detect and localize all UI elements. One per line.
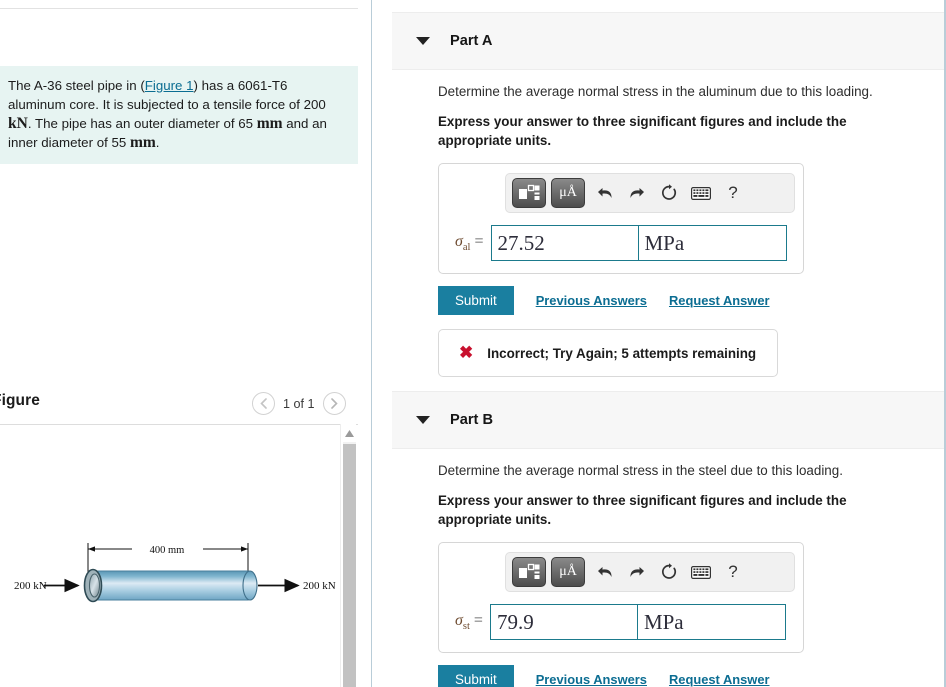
sigma-symbol: σ — [455, 611, 463, 629]
part-b-unit-input[interactable]: MPa — [637, 604, 786, 640]
part-b-submit-button[interactable]: Submit — [438, 665, 514, 687]
undo-icon[interactable] — [590, 557, 620, 587]
problem-statement: The A-36 steel pipe in (Figure 1) has a … — [0, 66, 358, 164]
part-a-feedback: ✖ Incorrect; Try Again; 5 attempts remai… — [438, 329, 778, 377]
page-root: The A-36 steel pipe in (Figure 1) has a … — [0, 0, 946, 687]
part-b-title: Part B — [450, 412, 493, 428]
part-a-unit-input[interactable]: MPa — [638, 225, 787, 261]
force-label-right: 200 kN — [303, 580, 336, 592]
part-a-symbol-label: σal = — [455, 233, 484, 253]
redo-icon[interactable] — [622, 178, 652, 208]
part-b-answer-box: μÅ ? σst = 79.9 MPa — [438, 542, 804, 653]
units-button[interactable]: μÅ — [551, 178, 585, 208]
keyboard-icon[interactable] — [686, 557, 716, 587]
caret-down-icon[interactable] — [416, 416, 430, 424]
part-b-toolbar: μÅ ? — [505, 552, 795, 592]
part-a-value-input[interactable]: 27.52 — [490, 225, 639, 261]
equals-sign: = — [474, 232, 484, 250]
problem-text-1: The A-36 steel pipe in ( — [8, 78, 145, 93]
scroll-up-arrow-icon[interactable] — [343, 426, 356, 440]
figure-counter: 1 of 1 — [283, 396, 315, 411]
chevron-left-icon — [260, 398, 267, 409]
part-a-submit-button[interactable]: Submit — [438, 286, 514, 315]
undo-icon[interactable] — [590, 178, 620, 208]
figure-1-link[interactable]: Figure 1 — [145, 78, 194, 93]
scrollbar-thumb[interactable] — [343, 444, 356, 687]
figure-viewport[interactable]: 400 mm 200 kN 200 kN — [0, 424, 358, 687]
redo-icon[interactable] — [622, 557, 652, 587]
figure-panel-title: Figure — [0, 392, 40, 409]
unit-mm-inner: mm — [129, 134, 156, 151]
part-b-request-answer-link[interactable]: Request Answer — [669, 672, 770, 687]
incorrect-x-icon: ✖ — [459, 343, 474, 362]
part-a-answer-box: μÅ ? σal = 27.52 MPa — [438, 163, 804, 274]
top-divider — [0, 8, 358, 9]
help-button[interactable]: ? — [718, 178, 748, 208]
problem-text-3: . The pipe has an outer diameter of 65 — [27, 116, 257, 131]
part-a-body: Determine the average normal stress in t… — [438, 82, 938, 377]
part-a-answer-row: σal = 27.52 MPa — [449, 225, 793, 261]
part-b-prompt: Determine the average normal stress in t… — [438, 463, 843, 478]
part-b-instruction: Express your answer to three significant… — [438, 493, 847, 527]
figure-prev-button[interactable] — [252, 392, 275, 415]
sigma-subscript: al — [462, 242, 471, 254]
part-b-header[interactable]: Part B — [392, 391, 944, 449]
reset-icon[interactable] — [654, 178, 684, 208]
figure-next-button[interactable] — [322, 392, 346, 415]
part-a-prompt: Determine the average normal stress in t… — [438, 84, 873, 99]
problem-text-5: . — [155, 135, 160, 150]
part-b-answer-row: σst = 79.9 MPa — [449, 604, 793, 640]
part-b-submit-row: Submit Previous Answers Request Answer — [438, 665, 938, 687]
keyboard-icon[interactable] — [686, 178, 716, 208]
sigma-subscript: st — [462, 621, 470, 633]
right-answer-pane: Part A Determine the average normal stre… — [372, 0, 944, 687]
math-template-icon[interactable] — [512, 178, 546, 208]
part-a-header[interactable]: Part A — [392, 12, 944, 70]
math-template-icon[interactable] — [512, 557, 546, 587]
pipe-diagram: 400 mm 200 kN 200 kN — [14, 543, 336, 603]
left-problem-pane: The A-36 steel pipe in (Figure 1) has a … — [0, 0, 371, 687]
figure-scrollbar[interactable] — [340, 424, 356, 687]
unit-mm-outer: mm — [256, 115, 283, 132]
part-b-body: Determine the average normal stress in t… — [438, 461, 938, 687]
part-a-previous-answers-link[interactable]: Previous Answers — [536, 293, 647, 308]
chevron-right-icon — [330, 398, 338, 409]
unit-kn: kN — [8, 115, 28, 132]
part-b-value-input[interactable]: 79.9 — [489, 604, 638, 640]
part-a-submit-row: Submit Previous Answers Request Answer — [438, 286, 938, 315]
dimension-label-400mm: 400 mm — [150, 545, 185, 556]
force-label-left: 200 kN — [14, 580, 47, 592]
part-a-title: Part A — [450, 33, 493, 49]
figure-navigation: 1 of 1 — [252, 392, 346, 415]
part-a-toolbar: μÅ ? — [505, 173, 795, 213]
reset-icon[interactable] — [654, 557, 684, 587]
equals-sign: = — [473, 611, 483, 629]
part-a-instruction: Express your answer to three significant… — [438, 114, 847, 148]
part-b-symbol-label: σst = — [455, 612, 483, 632]
part-b-previous-answers-link[interactable]: Previous Answers — [536, 672, 647, 687]
part-a-request-answer-link[interactable]: Request Answer — [669, 293, 770, 308]
help-button[interactable]: ? — [718, 557, 748, 587]
caret-down-icon[interactable] — [416, 37, 430, 45]
units-button[interactable]: μÅ — [551, 557, 585, 587]
sigma-symbol: σ — [455, 232, 463, 250]
part-a-feedback-text: Incorrect; Try Again; 5 attempts remaini… — [487, 345, 757, 361]
